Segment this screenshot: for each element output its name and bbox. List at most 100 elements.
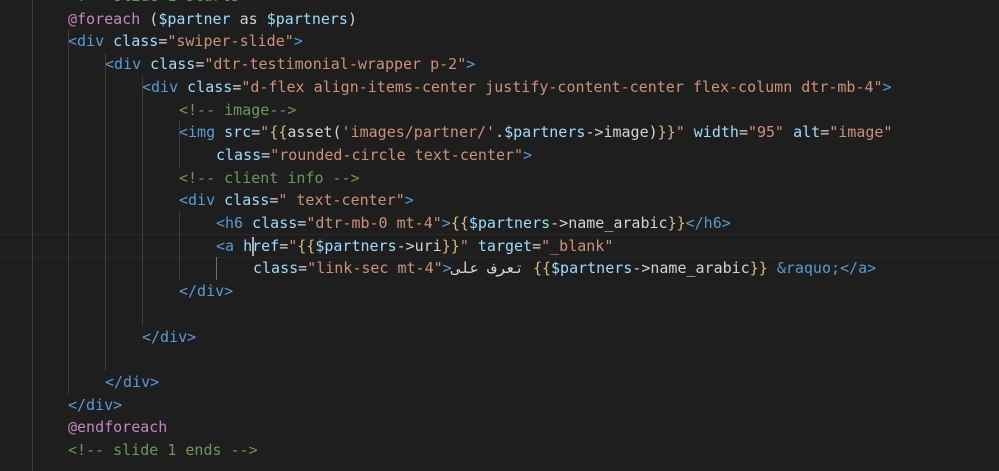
code-line[interactable]: <h6 class="dtr-mb-0 mt-4">{{$partners->n…	[0, 212, 999, 235]
code-token: =	[738, 123, 748, 142]
code-token: }}	[657, 123, 676, 142]
code-line[interactable]: @foreach ($partner as $partners)	[0, 8, 999, 31]
code-token: <div	[68, 32, 105, 51]
code-token: <!-- client info -->	[179, 168, 360, 187]
code-token: =	[158, 32, 168, 51]
code-line[interactable]: </div>	[0, 394, 999, 417]
code-token: ->name_arabic	[550, 214, 668, 232]
code-line[interactable]: <!-- slide 1 starts -->	[0, 0, 999, 8]
code-token: }}	[667, 214, 686, 232]
code-line[interactable]: <!-- image-->	[0, 99, 999, 122]
code-token: >	[293, 32, 303, 51]
code-line[interactable]: <!-- client info -->	[0, 167, 999, 190]
code-token: "rounded-circle text-center"	[270, 145, 524, 164]
code-token: {{	[269, 123, 288, 142]
code-token: >	[404, 191, 414, 210]
code-line-content: <a href="{{$partners->uri}}" target="_bl…	[216, 235, 613, 258]
code-line-content: @endforeach	[68, 416, 167, 439]
code-token: =	[820, 123, 830, 142]
code-token: <img	[179, 123, 216, 142]
code-line[interactable]	[0, 303, 999, 326]
code-line[interactable]	[0, 348, 999, 371]
code-token: <!-- image-->	[179, 100, 297, 119]
code-token: ->image)	[585, 123, 658, 142]
code-token: $partners	[266, 9, 348, 28]
code-token: ->uri	[396, 236, 442, 255]
code-line[interactable]: @endforeach	[0, 416, 999, 439]
code-token: =	[532, 236, 542, 255]
code-token: "link-sec mt-4"	[307, 259, 443, 278]
code-line[interactable]: <img src="{{asset('images/partner/'.$par…	[0, 121, 999, 144]
code-line-content: <!-- client info -->	[179, 167, 360, 190]
code-line[interactable]: class="rounded-circle text-center">	[0, 144, 999, 167]
code-token: =	[279, 236, 289, 255]
code-token: <a	[216, 236, 235, 255]
code-token: {{	[532, 259, 552, 278]
code-token: class	[104, 32, 159, 51]
code-token: class	[178, 77, 233, 96]
code-token: @endforeach	[68, 418, 168, 437]
code-token: >	[882, 77, 892, 96]
code-token: $partners	[504, 123, 586, 142]
code-line[interactable]: </div>	[0, 371, 999, 394]
code-line-content: </div>	[179, 280, 233, 303]
code-token: "95"	[747, 123, 785, 142]
code-line-content: <!-- slide 1 ends -->	[68, 439, 258, 462]
code-editor[interactable]: <!-- slide 1 starts -->@foreach ($partne…	[0, 0, 999, 471]
code-line[interactable]: <div class="swiper-slide">	[0, 30, 999, 53]
code-token: .	[495, 123, 505, 142]
code-token: {{	[297, 236, 316, 255]
code-token: </div>	[105, 372, 160, 391]
indent-guide	[105, 53, 106, 371]
code-token: "image"	[829, 123, 893, 142]
code-token: </div>	[179, 282, 234, 301]
code-line-content: class="link-sec mt-4">تعرف على {{$partne…	[253, 257, 876, 280]
code-token: <h6	[216, 214, 244, 232]
code-token: "d-flex align-items-center justify-conte…	[241, 77, 883, 96]
code-token: $partners	[468, 214, 551, 232]
code-token: "swiper-slide"	[167, 32, 294, 51]
code-token: >	[441, 214, 451, 232]
code-token: $partners	[551, 259, 633, 278]
code-token: =	[195, 55, 205, 74]
code-line-content: <h6 class="dtr-mb-0 mt-4">{{$partners->n…	[216, 212, 731, 235]
code-token: "dtr-mb-0 mt-4"	[306, 214, 442, 232]
code-line-content: </div>	[105, 371, 159, 394]
code-token: "dtr-testimonial-wrapper p-2"	[204, 55, 467, 74]
code-line[interactable]: </div>	[0, 326, 999, 349]
indent-guide	[179, 212, 180, 281]
code-token: &raquo;	[776, 259, 841, 278]
code-line[interactable]: class="link-sec mt-4">تعرف على {{$partne…	[0, 257, 999, 280]
code-token: class	[215, 191, 270, 210]
code-line-content: <!-- slide 1 starts -->	[68, 0, 276, 8]
code-token: <div	[142, 77, 179, 96]
code-line[interactable]: <!-- slide 1 ends -->	[0, 439, 999, 462]
code-line[interactable]: <a href="{{$partners->uri}}" target="_bl…	[0, 233, 999, 259]
code-token: "	[459, 236, 469, 255]
code-token: "_blank"	[541, 236, 614, 255]
code-line-content: <img src="{{asset('images/partner/'.$par…	[179, 121, 892, 144]
code-line[interactable]	[0, 462, 999, 471]
indent-guide	[142, 75, 143, 326]
code-line-content: </div>	[142, 326, 196, 349]
code-token: =	[251, 123, 261, 142]
code-token: $partner	[158, 9, 231, 28]
code-line[interactable]: </div>	[0, 280, 999, 303]
code-line[interactable]: <div class="d-flex align-items-center ju…	[0, 76, 999, 99]
code-token: <div	[179, 191, 216, 210]
code-line[interactable]: <div class="dtr-testimonial-wrapper p-2"…	[0, 53, 999, 76]
code-token: target	[468, 236, 533, 255]
code-token: 'images/partner/'	[341, 123, 496, 142]
code-token: (	[140, 9, 159, 28]
code-line-content: <!-- image-->	[179, 99, 296, 122]
code-token: width	[684, 123, 739, 142]
code-line[interactable]: <div class=" text-center">	[0, 189, 999, 212]
code-token: >	[523, 145, 533, 164]
code-token: =	[298, 259, 308, 278]
code-token: </h6>	[685, 214, 731, 232]
code-token: class	[243, 214, 298, 232]
code-token: src	[215, 123, 252, 142]
code-token: href	[234, 236, 280, 255]
code-token: {{	[450, 214, 469, 232]
